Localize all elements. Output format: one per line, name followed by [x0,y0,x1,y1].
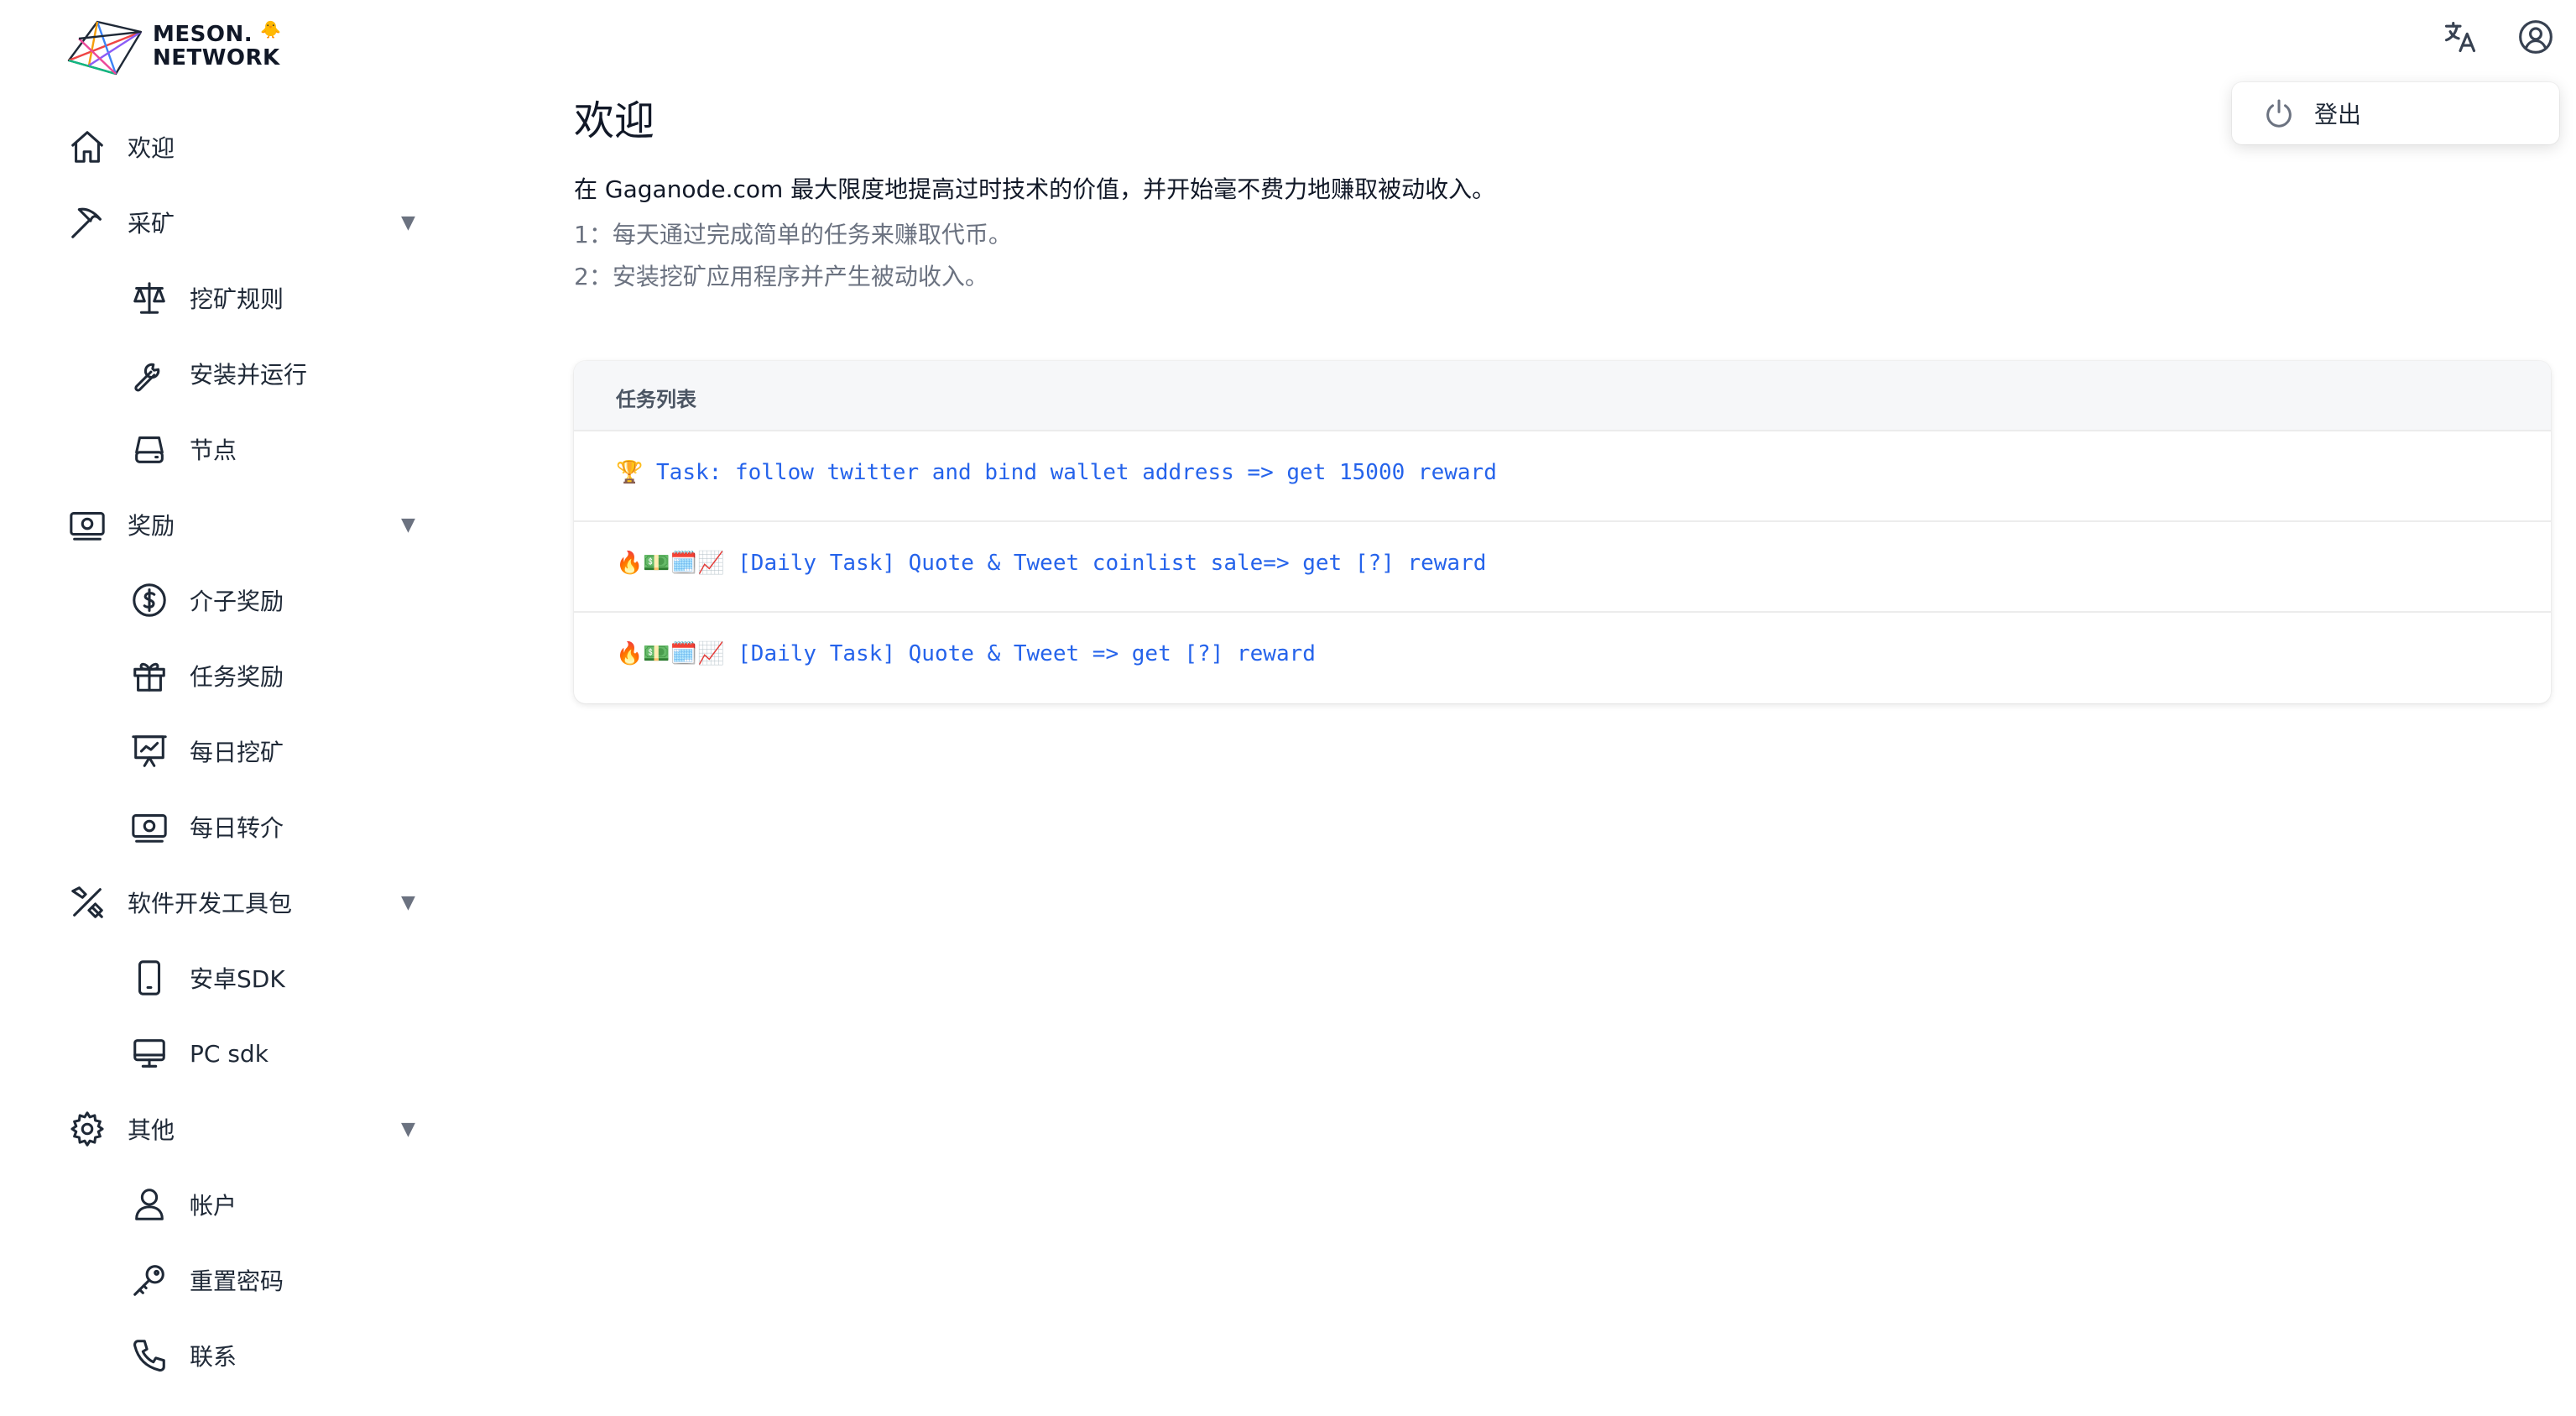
task-link[interactable]: 🔥💵🗓️📈 [Daily Task] Quote & Tweet => get … [616,641,1316,666]
task-emoji-icons: 🔥💵🗓️📈 [616,551,725,576]
logo-line2: NETWORK [153,45,280,71]
task-emoji-icons: 🔥💵🗓️📈 [616,641,725,666]
tools-icon [67,882,107,922]
sidebar-item-label: 欢迎 [128,134,175,162]
task-row[interactable]: 🏆 Task: follow twitter and bind wallet a… [574,430,2551,522]
sidebar-item-meson-rewards[interactable]: 介子奖励 [0,562,436,638]
task-text: [Daily Task] Quote & Tweet => get [?] re… [738,641,1316,666]
logo-text: MESON. NETWORK 🐥 [153,19,281,71]
pickaxe-icon [67,202,107,243]
sidebar-item-label: 安卓SDK [190,965,285,993]
user-icon [129,1184,169,1225]
sidebar-item-label: 节点 [190,436,237,464]
sidebar-item-label: 帐户 [190,1192,237,1220]
gear-icon [67,1109,107,1149]
harddrive-icon [129,429,169,469]
sidebar-item-android-sdk[interactable]: 安卓SDK [0,940,436,1016]
sidebar-item-reset-password[interactable]: 重置密码 [0,1242,436,1318]
monitor-icon [129,1033,169,1074]
mascot-icon: 🐥 [260,19,282,39]
task-list-header: 任务列表 [574,361,2551,430]
sidebar-item-welcome[interactable]: 欢迎 [0,109,436,185]
banknote-icon [129,807,169,847]
task-link[interactable]: 🏆 Task: follow twitter and bind wallet a… [616,460,1497,485]
sidebar-item-account[interactable]: 帐户 [0,1167,436,1242]
phone-icon [129,958,169,998]
logout-label: 登出 [2314,101,2362,128]
chevron-down-icon[interactable]: ▼ [401,1119,415,1140]
gift-icon [129,656,169,696]
sidebar-item-label: 介子奖励 [190,588,284,615]
task-list-title: 任务列表 [616,388,696,411]
sidebar-item-label: 每日挖矿 [190,739,284,766]
task-list-card: 任务列表 🏆 Task: follow twitter and bind wal… [574,361,2551,703]
translate-icon [2444,21,2476,53]
intro-text: 在 Gaganode.com 最大限度地提高过时技术的价值，并开始毫不费力地赚取… [574,175,1496,203]
logo[interactable]: MESON. NETWORK 🐥 [64,15,281,77]
sidebar-item-mining[interactable]: 采矿 ▼ [0,185,436,260]
account-button[interactable] [2516,17,2556,57]
sidebar-item-pc-sdk[interactable]: PC sdk [0,1016,436,1091]
task-row[interactable]: 🔥💵🗓️📈 [Daily Task] Quote & Tweet coinlis… [574,520,2551,613]
sidebar-item-nodes[interactable]: 节点 [0,411,436,487]
sidebar-item-other[interactable]: 其他 ▼ [0,1091,436,1167]
sidebar-item-label: 其他 [128,1116,175,1144]
sidebar-item-label: 奖励 [128,512,175,540]
logout-menu-item[interactable]: 登出 [2232,82,2559,144]
sidebar-item-rewards[interactable]: 奖励 ▼ [0,487,436,562]
wrench-icon [129,353,169,394]
sidebar: MESON. NETWORK 🐥 欢迎 采矿 ▼ 挖矿规则 安装并运行 节点 奖… [0,0,470,1416]
page-title: 欢迎 [574,97,655,144]
task-text: [Daily Task] Quote & Tweet coinlist sale… [738,551,1487,576]
intro-bullet: 2：安装挖矿应用程序并产生被动收入。 [574,263,988,290]
sidebar-item-label: 每日转介 [190,814,284,842]
meson-logo-icon [67,20,143,76]
banknote-icon [67,504,107,545]
sidebar-item-daily-mining[interactable]: 每日挖矿 [0,713,436,789]
chevron-down-icon[interactable]: ▼ [401,892,415,913]
task-link[interactable]: 🔥💵🗓️📈 [Daily Task] Quote & Tweet coinlis… [616,551,1486,576]
home-icon [67,127,107,167]
task-row[interactable]: 🔥💵🗓️📈 [Daily Task] Quote & Tweet => get … [574,611,2551,703]
account-dropdown: 登出 [2232,82,2559,144]
translate-button[interactable] [2440,17,2480,57]
task-text: Task: follow twitter and bind wallet add… [656,460,1497,485]
user-circle-icon [2519,20,2553,54]
sidebar-item-label: 重置密码 [190,1267,284,1295]
phone-call-icon [129,1335,169,1376]
sidebar-item-label: 挖矿规则 [190,285,284,313]
sidebar-item-contact[interactable]: 联系 [0,1318,436,1393]
trophy-icon: 🏆 [616,460,644,485]
power-icon [2262,97,2296,130]
sidebar-item-label: PC sdk [190,1039,269,1068]
dollar-circle-icon [129,580,169,620]
chevron-down-icon[interactable]: ▼ [401,212,415,233]
sidebar-item-sdk[interactable]: 软件开发工具包 ▼ [0,865,436,940]
sidebar-item-label: 任务奖励 [190,663,284,691]
sidebar-item-install-run[interactable]: 安装并运行 [0,336,436,411]
sidebar-item-task-rewards[interactable]: 任务奖励 [0,638,436,713]
scale-icon [129,278,169,318]
sidebar-item-daily-referral[interactable]: 每日转介 [0,789,436,865]
sidebar-item-label: 联系 [190,1343,237,1371]
presentation-chart-icon [129,731,169,771]
chevron-down-icon[interactable]: ▼ [401,515,415,536]
intro-bullet: 1：每天通过完成简单的任务来赚取代币。 [574,221,1012,248]
sidebar-item-label: 安装并运行 [190,361,308,389]
sidebar-item-mining-rules[interactable]: 挖矿规则 [0,260,436,336]
sidebar-item-label: 采矿 [128,210,175,238]
key-icon [129,1260,169,1300]
sidebar-item-label: 软件开发工具包 [128,890,293,917]
